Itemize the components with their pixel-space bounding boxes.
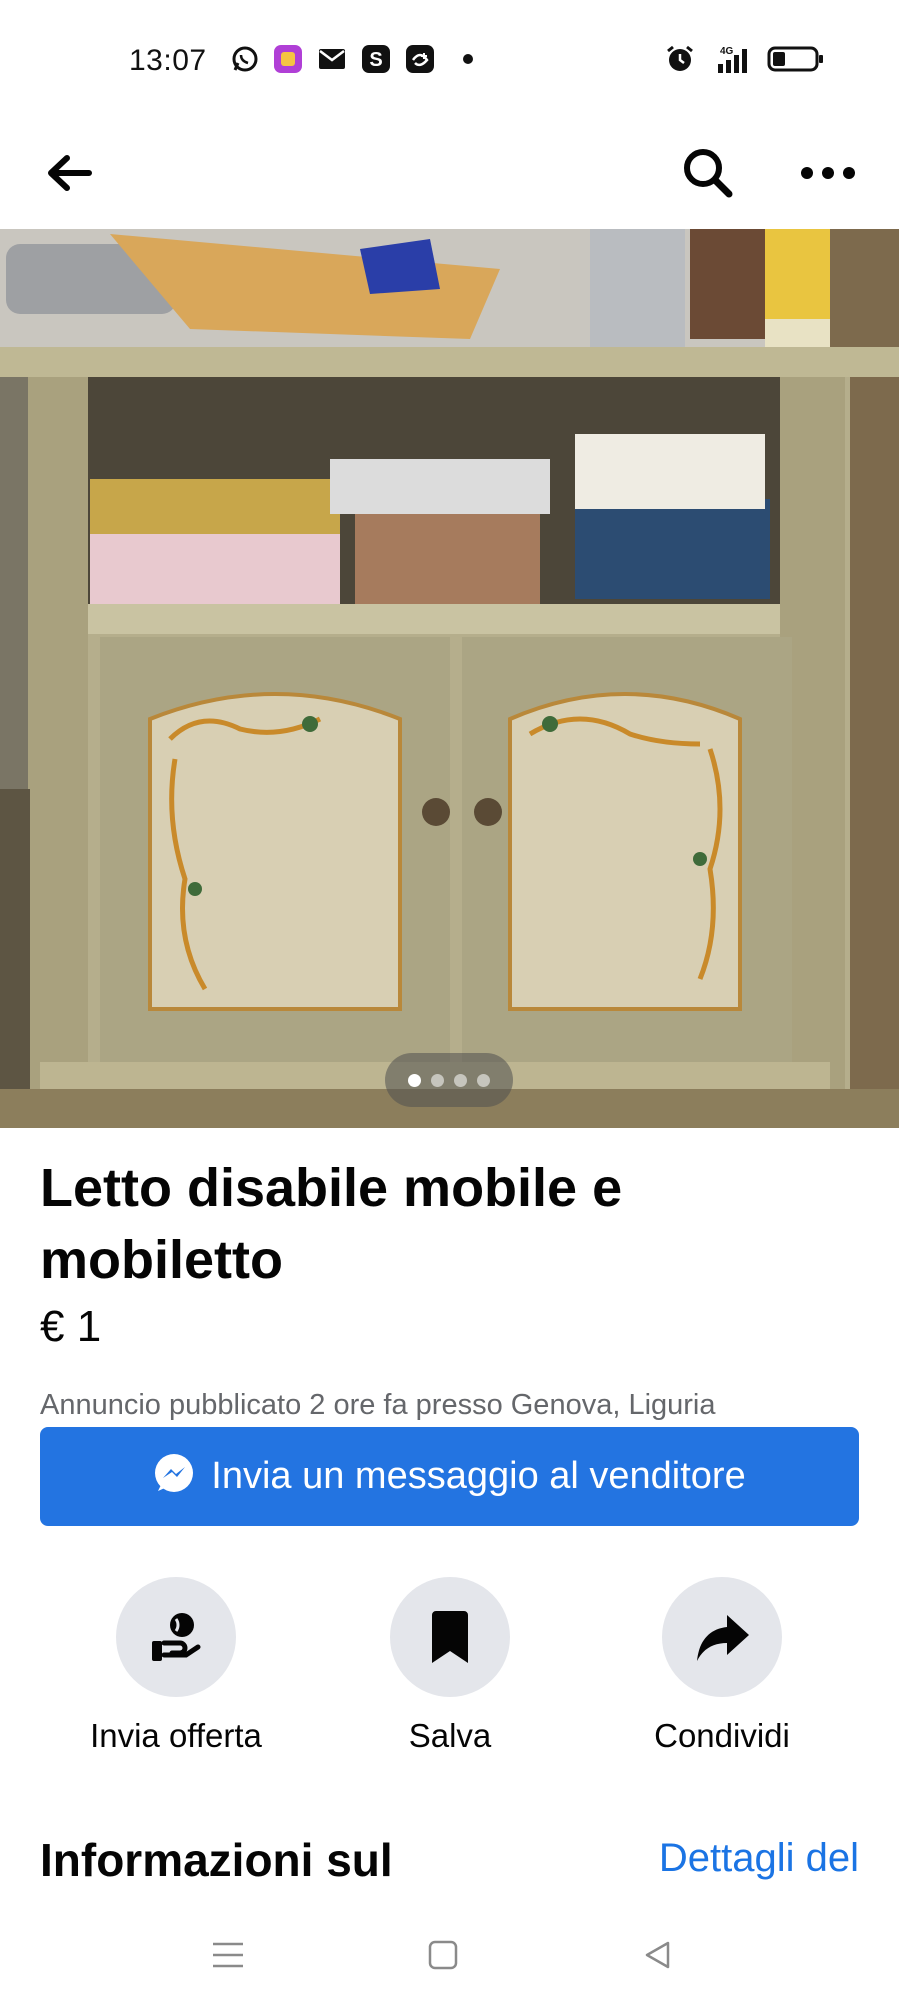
send-offer-label: Invia offerta bbox=[90, 1717, 262, 1754]
details-link[interactable]: Dettagli del bbox=[659, 1836, 859, 1881]
mail-icon bbox=[317, 44, 347, 74]
top-nav bbox=[0, 120, 899, 230]
share-icon bbox=[662, 1577, 782, 1697]
battery-icon bbox=[766, 44, 826, 74]
save-button[interactable]: Salva bbox=[350, 1577, 550, 1755]
menu-icon[interactable] bbox=[203, 1930, 253, 1980]
notification-dot bbox=[463, 54, 473, 64]
listing-title: Letto disabile mobile e mobiletto bbox=[40, 1158, 623, 1290]
listing-photo[interactable] bbox=[0, 229, 899, 1128]
photo-pager[interactable] bbox=[385, 1053, 513, 1107]
signal-4g-icon: 4G bbox=[712, 44, 758, 74]
pager-dot[interactable] bbox=[477, 1073, 490, 1087]
disney-plus-icon bbox=[404, 44, 436, 74]
svg-text:S: S bbox=[369, 49, 382, 71]
pager-dot[interactable] bbox=[431, 1073, 444, 1087]
offer-icon bbox=[116, 1577, 236, 1697]
home-icon[interactable] bbox=[418, 1930, 468, 1980]
section-title: Informazioni sul bbox=[40, 1834, 393, 1886]
listing-price: € 1 bbox=[40, 1302, 102, 1351]
message-seller-button[interactable]: Invia un messaggio al venditore bbox=[40, 1427, 859, 1526]
pager-dot[interactable] bbox=[408, 1073, 421, 1087]
send-offer-button[interactable]: Invia offerta bbox=[76, 1577, 276, 1755]
back-icon[interactable] bbox=[633, 1930, 683, 1980]
share-button[interactable]: Condividi bbox=[622, 1577, 822, 1755]
message-seller-label: Invia un messaggio al venditore bbox=[211, 1455, 746, 1497]
share-label: Condividi bbox=[654, 1717, 790, 1754]
search-icon[interactable] bbox=[673, 138, 743, 208]
more-options-icon[interactable] bbox=[793, 138, 863, 208]
bookmark-icon bbox=[390, 1577, 510, 1697]
status-bar: 13:07 S 4G bbox=[0, 0, 899, 120]
s-app-icon: S bbox=[360, 44, 392, 74]
save-label: Salva bbox=[408, 1717, 492, 1754]
alarm-icon bbox=[664, 44, 696, 74]
pager-dot[interactable] bbox=[454, 1073, 467, 1087]
svg-text:4G: 4G bbox=[720, 46, 734, 57]
listing-posted-info: Annuncio pubblicato 2 ore fa presso Geno… bbox=[40, 1389, 716, 1421]
back-arrow-icon[interactable] bbox=[34, 138, 104, 208]
messenger-icon bbox=[153, 1453, 195, 1500]
system-nav-bar bbox=[0, 1905, 899, 2000]
status-time: 13:07 bbox=[129, 44, 207, 77]
app-icon bbox=[272, 44, 304, 74]
whatsapp-icon bbox=[230, 44, 260, 74]
